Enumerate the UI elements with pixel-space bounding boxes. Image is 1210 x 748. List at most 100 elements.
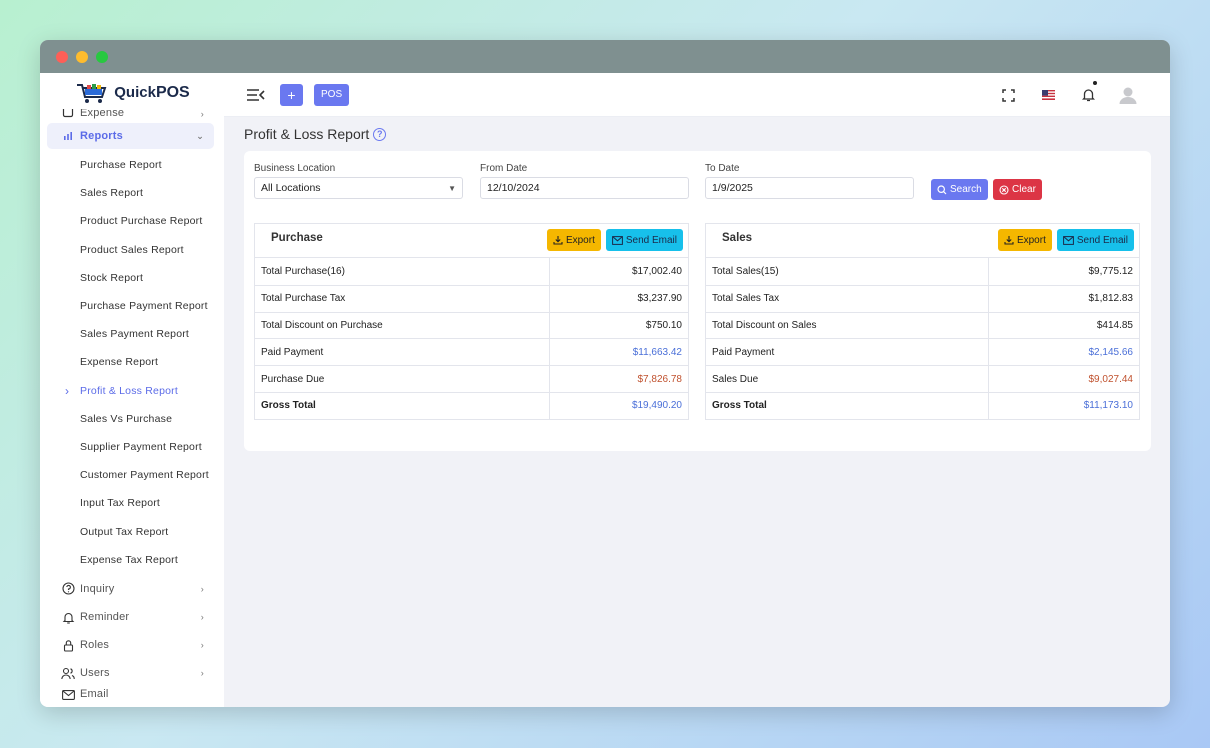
to-date-input[interactable]: 1/9/2025 [705, 177, 914, 199]
sidebar-sections: Inquiry › Reminder › Roles › Users › [40, 575, 224, 688]
minimize-window-button[interactable] [76, 50, 88, 63]
table-row: Total Discount on Sales $414.85 [706, 311, 1139, 339]
us-flag-icon [1041, 90, 1055, 100]
row-value: $11,663.42 [632, 346, 682, 358]
chevron-right-icon: › [200, 109, 204, 119]
business-location-value: All Locations [261, 182, 321, 194]
window-titlebar [40, 40, 1170, 73]
table-row: Total Sales(15) $9,775.12 [706, 258, 1139, 285]
row-value: $19,490.20 [631, 400, 682, 412]
search-button[interactable]: Search [931, 179, 988, 200]
table-row: Gross Total $11,173.10 [706, 391, 1139, 419]
lock-icon [61, 638, 75, 652]
row-label: Gross Total [706, 392, 989, 419]
row-label: Paid Payment [706, 339, 989, 366]
table-row: Total Purchase Tax $3,237.90 [255, 284, 688, 312]
row-label: Sales Due [706, 366, 989, 392]
sidebar-subitem[interactable]: Expense Report [40, 348, 224, 376]
sidebar-item-reports[interactable]: Reports ⌄ [47, 123, 214, 149]
cart-logo-icon [77, 84, 107, 103]
bar-chart-icon [61, 129, 75, 143]
from-date-input[interactable]: 12/10/2024 [480, 177, 689, 199]
reports-submenu: Purchase Report Sales Report Product Purch… [40, 151, 224, 574]
row-label: Total Discount on Sales [706, 312, 989, 339]
clear-circle-icon [999, 184, 1009, 195]
sidebar-subitem[interactable]: Customer Payment Report [40, 461, 224, 489]
row-label: Paid Payment [255, 339, 550, 366]
sidebar-subitem[interactable]: Stock Report [40, 264, 224, 292]
sidebar-subitem[interactable]: Sales Payment Report [40, 320, 224, 348]
sales-export-button[interactable]: Export [997, 229, 1052, 251]
sidebar-item-inquiry[interactable]: Inquiry › [47, 575, 214, 603]
close-window-button[interactable] [56, 50, 68, 63]
app-body: Expense › Reports ⌄ Purchase Report Sales… [40, 73, 1170, 707]
bell-icon [61, 610, 75, 624]
clear-button[interactable]: Clear [993, 179, 1042, 200]
sidebar-subitem[interactable]: Supplier Payment Report [40, 433, 224, 461]
notifications-button[interactable] [1068, 81, 1108, 102]
report-card: Business Location All Locations ▼ From D… [244, 151, 1151, 451]
top-header: + POS [224, 73, 1170, 117]
business-location-select[interactable]: All Locations ▼ [254, 177, 463, 199]
purchase-export-button[interactable]: Export [546, 229, 601, 251]
purchase-table-header: Purchase Export Send Email [255, 224, 688, 258]
mail-icon [61, 688, 75, 702]
help-icon[interactable]: ? [373, 127, 387, 141]
sidebar-subitem[interactable]: Expense Tax Report [40, 546, 224, 574]
pos-button[interactable]: POS [314, 83, 350, 106]
sidebar-item-roles[interactable]: Roles › [47, 631, 214, 659]
search-button-label: Search [950, 184, 982, 195]
chevron-right-icon: › [200, 612, 204, 623]
fullscreen-button[interactable] [988, 88, 1028, 102]
from-date-label: From Date [480, 163, 528, 174]
row-value: $750.10 [645, 319, 682, 331]
sales-table-header: Sales Export Send Email [706, 224, 1139, 258]
sidebar-subitem[interactable]: Product Sales Report [40, 236, 224, 264]
row-value: $7,826.78 [637, 373, 683, 385]
row-value: $9,775.12 [1088, 265, 1134, 277]
from-date-value: 12/10/2024 [487, 182, 540, 194]
question-circle-icon [61, 582, 75, 596]
envelope-icon [611, 235, 623, 245]
sidebar-subitem[interactable]: Sales Report [40, 179, 224, 207]
sales-send-email-button[interactable]: Send Email [1056, 229, 1134, 251]
sidebar-item-users[interactable]: Users › [47, 659, 214, 687]
add-new-button[interactable]: + [280, 83, 303, 106]
row-label: Total Purchase(16) [255, 258, 550, 285]
sidebar-item-reminder[interactable]: Reminder › [47, 603, 214, 631]
filter-bar: Business Location All Locations ▼ From D… [254, 163, 1141, 203]
main-content: Profit & Loss Report ? Business Location… [224, 117, 1170, 707]
row-label: Gross Total [255, 392, 550, 419]
sidebar-subitem[interactable]: Output Tax Report [40, 517, 224, 545]
sidebar-item-label: Roles [80, 639, 110, 652]
sidebar-item-label: Email [80, 687, 109, 700]
chevron-down-icon: ⌄ [196, 130, 204, 141]
page-title: Profit & Loss Report ? [244, 126, 1151, 142]
maximize-window-button[interactable] [96, 50, 108, 63]
sidebar: Expense › Reports ⌄ Purchase Report Sales… [40, 73, 224, 707]
notification-dot [1093, 81, 1097, 85]
sidebar-nav: Expense › Reports ⌄ Purchase Report Sales… [40, 106, 224, 702]
sidebar-subitem[interactable]: Purchase Payment Report [40, 292, 224, 320]
brand-logo[interactable]: QuickPOS [40, 73, 224, 109]
header-actions [988, 73, 1148, 117]
sidebar-subitem[interactable]: Purchase Report [40, 151, 224, 179]
caret-down-icon: ▼ [448, 183, 456, 193]
sales-table-title: Sales [722, 231, 753, 244]
users-icon [61, 666, 75, 680]
sidebar-subitem[interactable]: Sales Vs Purchase [40, 405, 224, 433]
menu-collapse-icon[interactable] [246, 87, 266, 103]
from-date-field: From Date 12/10/2024 [480, 163, 689, 199]
language-button[interactable] [1028, 90, 1068, 100]
sidebar-subitem[interactable]: Product Purchase Report [40, 207, 224, 235]
business-location-label: Business Location [254, 163, 336, 174]
purchase-send-email-button[interactable]: Send Email [605, 229, 683, 251]
sales-table-actions: Export Send Email [997, 229, 1134, 251]
user-menu-button[interactable] [1108, 85, 1148, 105]
sidebar-item-label: Reports [80, 130, 123, 142]
download-icon [1004, 236, 1014, 245]
sidebar-item-email[interactable]: Email [47, 688, 214, 702]
sidebar-subitem[interactable]: Profit & Loss Report [40, 377, 224, 405]
table-row: Total Purchase(16) $17,002.40 [255, 258, 688, 285]
sidebar-subitem[interactable]: Input Tax Report [40, 489, 224, 517]
